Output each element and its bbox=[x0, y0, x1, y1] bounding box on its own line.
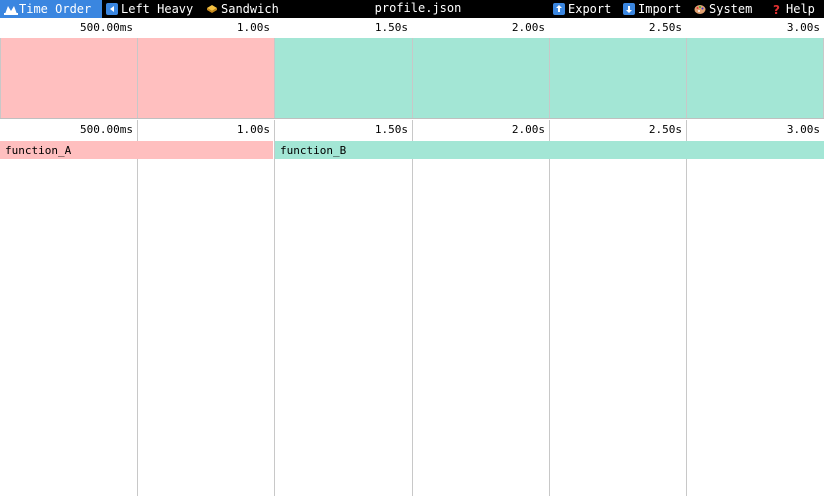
help-icon: ? bbox=[771, 3, 783, 15]
minimap-grid-line bbox=[549, 38, 550, 118]
flamechart-grid-line bbox=[549, 120, 550, 496]
minimap-grid-line bbox=[0, 38, 1, 118]
export-button[interactable]: Export bbox=[549, 0, 619, 18]
minimap-grid-line bbox=[412, 38, 413, 118]
tick-label: 500.00ms bbox=[80, 21, 133, 34]
minimap-grid-line bbox=[137, 38, 138, 118]
import-label: Import bbox=[638, 2, 682, 16]
tick-label: 2.00s bbox=[511, 21, 545, 34]
flamechart-area[interactable] bbox=[0, 120, 824, 496]
frame-function-b[interactable]: function_B bbox=[275, 141, 824, 159]
minimap-grid-line bbox=[274, 38, 275, 118]
help-label: Help bbox=[786, 2, 815, 16]
help-button[interactable]: ? Help bbox=[767, 0, 824, 18]
svg-text:?: ? bbox=[773, 3, 780, 15]
tick-label: 3.00s bbox=[786, 21, 820, 34]
tick-label: 1.00s bbox=[236, 21, 270, 34]
export-label: Export bbox=[568, 2, 612, 16]
minimap-time-ruler: 500.00ms 1.00s 1.50s 2.00s 2.50s 3.00s bbox=[0, 18, 824, 38]
frame-function-a[interactable]: function_A bbox=[0, 141, 273, 159]
tab-label: Sandwich bbox=[221, 2, 279, 16]
tab-sandwich[interactable]: Sandwich bbox=[202, 0, 287, 18]
palette-icon bbox=[694, 3, 706, 15]
profile-title: profile.json bbox=[374, 1, 462, 15]
left-heavy-icon bbox=[106, 3, 118, 15]
minimap[interactable] bbox=[0, 38, 824, 119]
import-icon bbox=[623, 3, 635, 15]
system-label: System bbox=[709, 2, 753, 16]
tick-label: 1.50s bbox=[374, 21, 408, 34]
import-button[interactable]: Import bbox=[619, 0, 690, 18]
flamechart-grid-line bbox=[274, 120, 275, 496]
flamechart-grid-line bbox=[686, 120, 687, 496]
export-icon bbox=[553, 3, 565, 15]
tab-label: Left Heavy bbox=[121, 2, 194, 16]
system-theme-button[interactable]: System bbox=[690, 0, 767, 18]
flamechart-grid-line bbox=[137, 120, 138, 496]
time-order-icon bbox=[4, 3, 18, 15]
tab-left-heavy[interactable]: Left Heavy bbox=[102, 0, 202, 18]
tab-time-order[interactable]: Time Order bbox=[0, 0, 102, 18]
tick-label: 2.50s bbox=[648, 21, 682, 34]
tab-label: Time Order bbox=[19, 2, 92, 16]
toolbar: Time Order Left Heavy Sandwich profile.j… bbox=[0, 0, 824, 18]
sandwich-icon bbox=[206, 3, 218, 15]
flamechart-grid-line bbox=[412, 120, 413, 496]
minimap-grid-line bbox=[686, 38, 687, 118]
